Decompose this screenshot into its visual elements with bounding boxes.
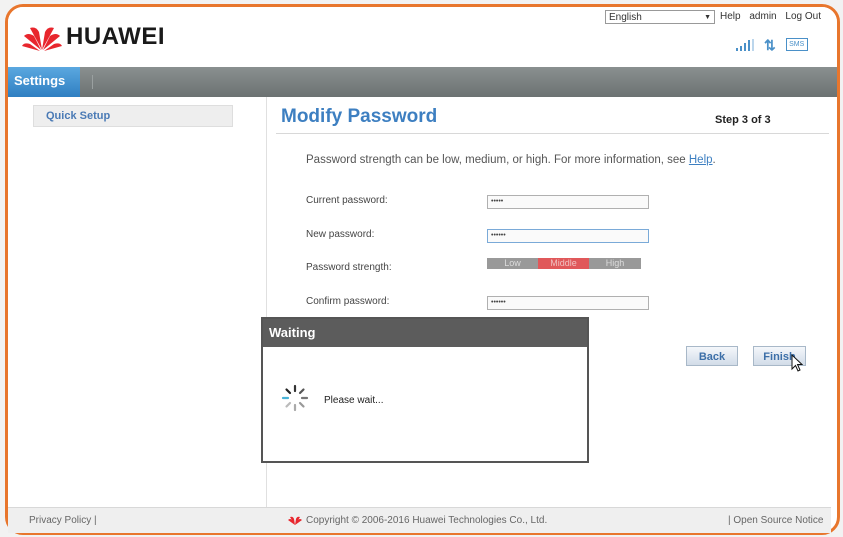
back-button[interactable]: Back [686, 346, 738, 366]
confirm-password-label: Confirm password: [306, 296, 390, 307]
sidebar-item-quick-setup[interactable]: Quick Setup [33, 105, 233, 127]
mouse-cursor-icon [791, 354, 803, 372]
brand-name: HUAWEI [66, 23, 165, 50]
sidebar: Quick Setup [8, 97, 267, 507]
copyright-text: Copyright © 2006-2016 Huawei Technologie… [306, 515, 548, 526]
huawei-logo[interactable]: HUAWEI [22, 22, 165, 52]
help-link[interactable]: Help [720, 11, 741, 22]
password-strength-meter: Low Middle High [487, 258, 641, 269]
page-title: Modify Password [281, 106, 438, 127]
huawei-small-logo-icon [288, 516, 302, 525]
current-password-field[interactable]: ••••• [487, 195, 649, 209]
waiting-dialog: Waiting Please wait... [261, 317, 589, 463]
open-source-text: Open Source Notice [733, 515, 824, 526]
nav-divider [92, 75, 93, 89]
help-inline-link[interactable]: Help [689, 154, 713, 166]
header: HUAWEI English ▼ Help admin Log Out ⇅ SM… [8, 7, 837, 67]
chevron-down-icon: ▼ [704, 13, 711, 21]
step-indicator: Step 3 of 3 [715, 114, 771, 126]
current-password-label: Current password: [306, 195, 388, 206]
title-divider [276, 133, 829, 134]
copyright: Copyright © 2006-2016 Huawei Technologie… [288, 515, 547, 526]
privacy-policy-link[interactable]: Privacy Policy | [29, 515, 97, 526]
strength-middle: Middle [538, 258, 589, 269]
nav-bar: Settings [8, 67, 837, 97]
confirm-password-field[interactable]: •••••• [487, 296, 649, 310]
signal-icon [736, 39, 754, 51]
language-select[interactable]: English ▼ [605, 10, 715, 24]
sms-icon[interactable]: SMS [785, 38, 808, 51]
info-text: Password strength can be low, medium, or… [306, 154, 689, 166]
info-tail: . [712, 154, 716, 166]
open-source-notice-link[interactable]: | Open Source Notice [728, 515, 823, 526]
dialog-title: Waiting [263, 319, 587, 347]
language-value: English [609, 11, 642, 23]
dialog-message: Please wait... [324, 395, 384, 406]
new-password-field[interactable]: •••••• [487, 229, 649, 243]
new-password-label: New password: [306, 229, 375, 240]
password-strength-label: Password strength: [306, 262, 392, 273]
status-icons: ⇅ SMS [736, 37, 808, 53]
footer: Privacy Policy | Copyright © 2006-2016 H… [8, 507, 831, 533]
admin-link[interactable]: admin [749, 11, 776, 22]
huawei-logo-icon [22, 27, 62, 51]
tab-settings[interactable]: Settings [8, 67, 80, 97]
top-links: Help admin Log Out [720, 11, 827, 22]
strength-high: High [589, 258, 641, 269]
strength-low: Low [487, 258, 538, 269]
logout-link[interactable]: Log Out [785, 11, 821, 22]
data-transfer-icon: ⇅ [764, 37, 776, 53]
loading-spinner-icon [281, 384, 309, 412]
strength-info: Password strength can be low, medium, or… [306, 154, 716, 166]
privacy-policy-text: Privacy Policy [29, 515, 92, 526]
